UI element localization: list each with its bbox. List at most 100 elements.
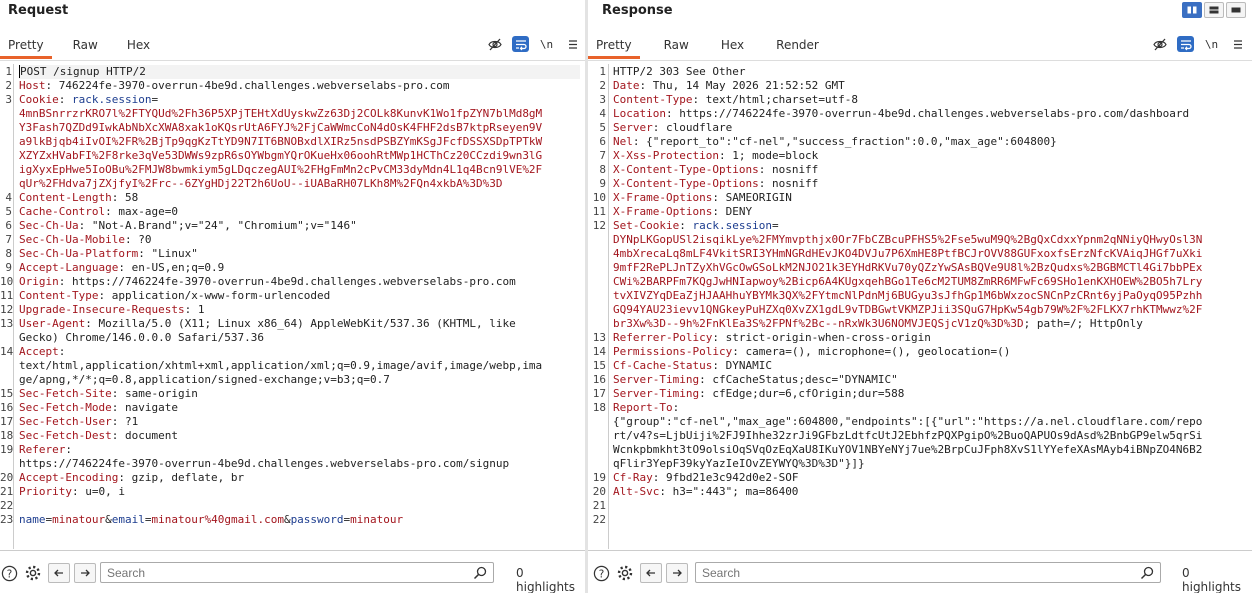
split-vertical-icon[interactable] [1182, 2, 1202, 18]
code-line: Sec-Ch-Ua: "Not-A.Brand";v="24", "Chromi… [19, 219, 580, 233]
code-text: : https://746224fe-3970-overrun-4be9d.ch… [665, 107, 1190, 120]
header-name: X-Frame-Options [613, 205, 713, 218]
code-line: Cookie: rack.session= [19, 93, 580, 107]
code-text: : cfCacheStatus;desc="DYNAMIC" [699, 373, 898, 386]
header-name: Server [613, 121, 653, 134]
code-text: Wcnkpbmkht3tO9olsiOqSVqOzEqXaU8IKuYOV1NB… [613, 443, 1203, 456]
line-number: 11 [592, 205, 606, 218]
wrap-lines-icon[interactable] [1177, 36, 1194, 52]
header-name: Content-Type [19, 289, 99, 302]
code-text: ; path=/; HttpOnly [1023, 317, 1143, 330]
header-name: Accept-Language [19, 261, 119, 274]
line-number: 17 [0, 415, 14, 428]
header-name: Sec-Fetch-Dest [19, 429, 112, 442]
single-pane-icon[interactable] [1226, 2, 1246, 18]
code-text: : ?0 [124, 233, 152, 246]
code-text: : "Not-A.Brand";v="24", "Chromium";v="14… [78, 219, 357, 232]
header-name: Report-To [613, 401, 673, 414]
code-text: : strict-origin-when-cross-origin [712, 331, 931, 344]
line-number: 18 [592, 401, 606, 414]
help-icon[interactable]: ? [0, 564, 18, 582]
response-editor[interactable]: 1 2 3 4 5 6 7 8 9 10 11 12 13 14 15 16 17 18 19 20 21 22 HTTP… [588, 64, 1252, 549]
code-line: name=minatour&email=minatour%40gmail.com… [19, 513, 580, 527]
code-text: : camera=(), microphone=(), geolocation=… [732, 345, 1011, 358]
newline-icon[interactable]: \n [1203, 36, 1220, 52]
code-line: Location: https://746224fe-3970-overrun-… [613, 107, 1246, 121]
code-line: X-Xss-Protection: 1; mode=block [613, 149, 1246, 163]
tab-raw[interactable]: Raw [656, 33, 697, 59]
code-text: : text/html;charset=utf-8 [692, 93, 859, 106]
line-number: 14 [592, 345, 606, 358]
code-line: User-Agent: Mozilla/5.0 (X11; Linux x86_… [19, 317, 580, 331]
newline-icon[interactable]: \n [538, 36, 555, 52]
code-line: rt/v4?s=LjbUiji%2FJ9Ihhe32zrJi9GFbzLdtfc… [613, 429, 1246, 443]
gear-icon[interactable] [24, 564, 42, 582]
header-name: User-Agent [19, 317, 86, 330]
code-line: br3Xw%3D--9h%2FnKlEa3S%2FPNf%2Bc--nRxWk3… [613, 317, 1246, 331]
code-text: : u=0, i [71, 485, 125, 498]
header-name: X-Content-Type-Options [613, 163, 759, 176]
code-text: : SAMEORIGIN [712, 191, 792, 204]
tab-pretty[interactable]: Pretty [0, 33, 52, 59]
tab-hex[interactable]: Hex [119, 33, 158, 59]
line-number: 10 [0, 275, 14, 288]
code-text: : ?1 [111, 415, 139, 428]
search-input[interactable] [101, 563, 454, 582]
line-number: 15 [592, 359, 606, 372]
header-name: Permissions-Policy [613, 345, 733, 358]
arrow-right-icon[interactable] [74, 563, 96, 583]
split-horizontal-icon[interactable] [1204, 2, 1224, 18]
line-number: 4 [599, 107, 606, 120]
help-icon[interactable]: ? [592, 564, 610, 582]
arrow-right-icon[interactable] [666, 563, 688, 583]
line-number: 17 [592, 387, 606, 400]
code-line: X-Content-Type-Options: nosniff [613, 163, 1246, 177]
param-value: Y3Fash7QZDd9IwkAbNbXcXWA8xak1oKQsrUtA6FY… [19, 121, 543, 134]
code-line: Nel: {"report_to":"cf-nel","success_frac… [613, 135, 1246, 149]
param-value: 4mbXrecaLq8mLF4VkitSRI3YHmNGRdHEvJKO4DVJ… [613, 247, 1203, 260]
code-line: Sec-Ch-Ua-Platform: "Linux" [19, 247, 580, 261]
code-text: : application/x-www-form-urlencoded [98, 289, 331, 302]
header-name: X-Frame-Options [613, 191, 713, 204]
tab-hex[interactable]: Hex [713, 33, 752, 59]
code-line: Wcnkpbmkht3tO9olsiOqSVqOzEqXaU8IKuYOV1NB… [613, 443, 1246, 457]
eye-slash-icon[interactable] [486, 36, 503, 52]
code-line: HTTP/2 303 See Other [613, 65, 1246, 79]
header-name: Accept [19, 345, 59, 358]
code-text: : 746224fe-3970-overrun-4be9d.challenges… [45, 79, 450, 92]
code-line: X-Frame-Options: SAMEORIGIN [613, 191, 1246, 205]
code-text: https://746224fe-3970-overrun-4be9d.chal… [19, 457, 510, 470]
search-input[interactable] [696, 563, 1114, 582]
param-value: 9mfF2RePLJnTZyXhVGcOwGSoLkM2NJO21k3EYHdR… [613, 261, 1203, 274]
wrap-lines-icon[interactable] [512, 36, 529, 52]
magnifier-icon[interactable] [473, 566, 487, 580]
hamburger-menu-icon[interactable] [1229, 36, 1246, 52]
tab-pretty[interactable]: Pretty [588, 33, 640, 59]
code-line: Sec-Ch-Ua-Mobile: ?0 [19, 233, 580, 247]
header-name: Location [613, 107, 666, 120]
code-text: rt/v4?s=LjbUiji%2FJ9Ihhe32zrJi9GFbzLdtfc… [613, 429, 1203, 442]
code-text: = [771, 219, 779, 232]
gear-icon[interactable] [616, 564, 634, 582]
tab-raw[interactable]: Raw [65, 33, 106, 59]
response-tabs: Pretty Raw Hex Render [588, 33, 843, 59]
line-number: 15 [0, 387, 14, 400]
header-name: Origin [19, 275, 59, 288]
code-text: : [58, 345, 66, 358]
code-line: Server: cloudflare [613, 121, 1246, 135]
tab-render[interactable]: Render [768, 33, 827, 59]
line-number: 12 [592, 219, 606, 232]
hamburger-menu-icon[interactable] [564, 36, 581, 52]
eye-slash-icon[interactable] [1151, 36, 1168, 52]
header-name: Sec-Fetch-Mode [19, 401, 112, 414]
line-number: 4 [5, 191, 12, 204]
code-line: 4mbXrecaLq8mLF4VkitSRI3YHmNGRdHEvJKO4DVJ… [613, 247, 1246, 261]
request-editor[interactable]: 1 2 3 4 5 6 7 8 9 10 11 12 13 14 15 16 17 18 19 20 21 22 23 PO… [0, 64, 586, 549]
code-text: : https://746224fe-3970-overrun-4be9d.ch… [58, 275, 516, 288]
arrow-left-icon[interactable] [48, 563, 70, 583]
code-line: Gecko) Chrome/146.0.0.0 Safari/537.36 [19, 331, 580, 345]
code-line: Referrer-Policy: strict-origin-when-cros… [613, 331, 1246, 345]
line-number: 22 [592, 513, 606, 526]
arrow-left-icon[interactable] [640, 563, 662, 583]
magnifier-icon[interactable] [1140, 566, 1154, 580]
